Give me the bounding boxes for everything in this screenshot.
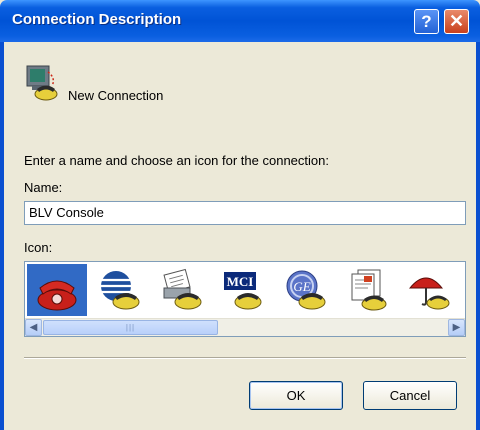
icon-label: Icon: — [24, 240, 53, 255]
icon-option-document[interactable] — [337, 264, 397, 316]
close-button[interactable]: ✕ — [444, 9, 469, 34]
close-icon: ✕ — [448, 11, 465, 31]
ok-button[interactable]: OK — [249, 381, 343, 410]
name-label: Name: — [24, 180, 63, 195]
icon-list[interactable]: MCI GE ◀ ||| ▶ — [24, 261, 466, 337]
dialog-window: Connection Description ? ✕ New Connectio… — [0, 0, 480, 430]
svg-text:GE: GE — [293, 279, 310, 294]
ge-phone-icon: GE — [286, 270, 326, 310]
globe-phone-icon — [101, 271, 140, 310]
grip-icon: ||| — [125, 323, 136, 332]
cancel-button[interactable]: Cancel — [363, 381, 457, 410]
name-input[interactable]: BLV Console — [24, 201, 466, 225]
umbrella-phone-icon — [408, 277, 450, 310]
divider — [24, 357, 466, 359]
red-phone-icon — [37, 280, 77, 311]
connection-icon — [26, 65, 58, 101]
title-bar[interactable]: Connection Description ? ✕ — [0, 0, 480, 42]
icon-option-fax[interactable] — [151, 264, 211, 316]
connection-type-label: New Connection — [68, 88, 164, 103]
icon-option-globe[interactable] — [89, 264, 149, 316]
icon-option-ge[interactable]: GE — [275, 264, 335, 316]
fax-phone-icon — [163, 268, 202, 310]
document-phone-icon — [351, 269, 387, 311]
icon-option-mci[interactable]: MCI — [213, 264, 273, 316]
window-title: Connection Description — [12, 11, 182, 28]
mci-phone-icon: MCI — [224, 272, 262, 310]
help-button[interactable]: ? — [414, 9, 439, 34]
chevron-right-icon: ▶ — [452, 322, 461, 333]
chevron-left-icon: ◀ — [29, 322, 38, 333]
scroll-left-button[interactable]: ◀ — [25, 319, 42, 336]
window-frame-left — [0, 42, 4, 430]
window-frame-right — [476, 42, 480, 430]
svg-text:MCI: MCI — [227, 274, 254, 289]
icon-option-umbrella[interactable] — [399, 264, 459, 316]
scroll-thumb[interactable]: ||| — [43, 320, 218, 335]
icon-option-red-phone[interactable] — [27, 264, 87, 316]
horizontal-scrollbar[interactable]: ◀ ||| ▶ — [25, 318, 465, 336]
scroll-right-button[interactable]: ▶ — [448, 319, 465, 336]
instruction-text: Enter a name and choose an icon for the … — [24, 153, 329, 168]
help-icon: ? — [421, 11, 432, 31]
